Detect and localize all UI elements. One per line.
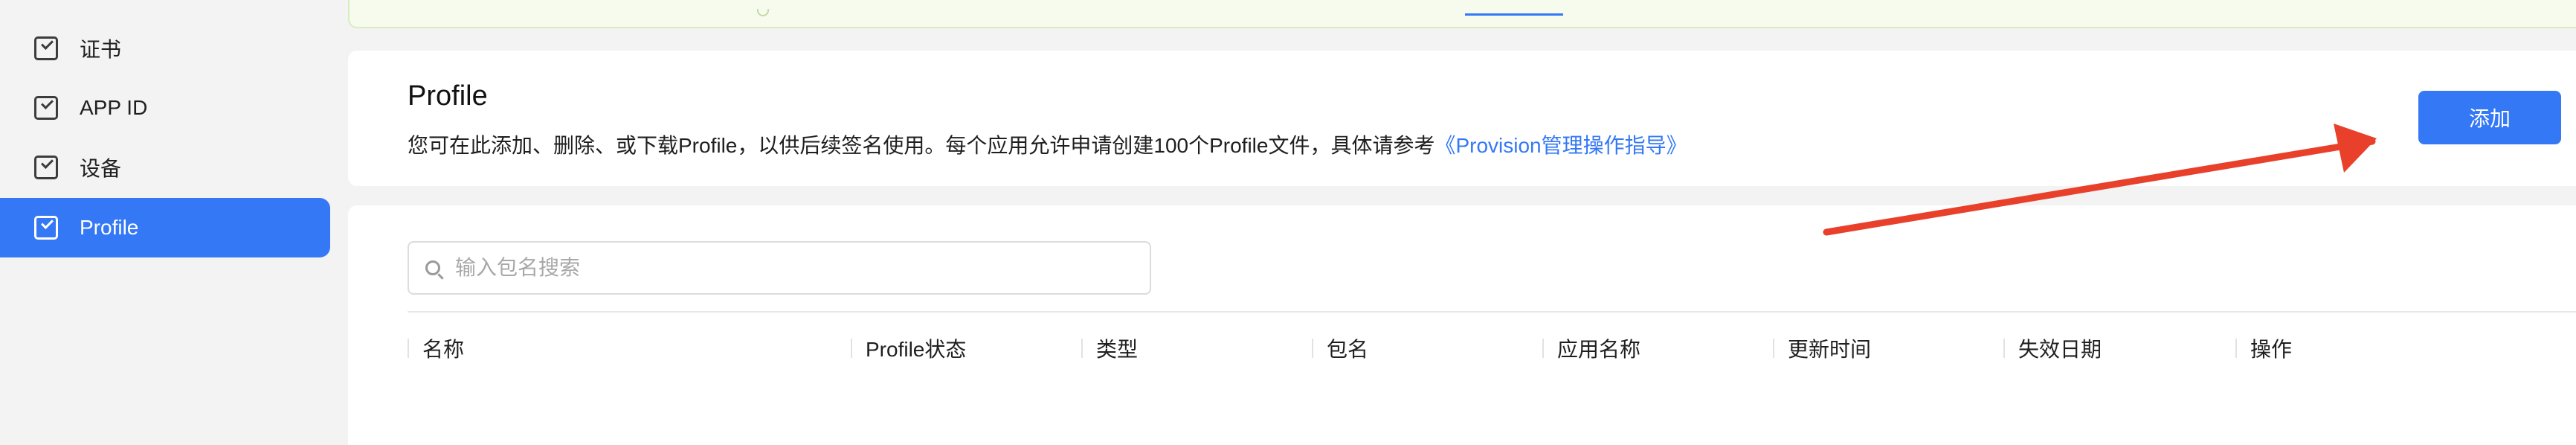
- column-label: 类型: [1096, 338, 1139, 361]
- column-separator: [1081, 339, 1083, 358]
- add-button[interactable]: 添加: [2418, 91, 2561, 144]
- header-card: Profile 您可在此添加、删除、或下载Profile，以供后续签名使用。每个…: [348, 51, 2576, 186]
- provision-guide-link[interactable]: 《Provision管理操作指导》: [1434, 134, 1687, 157]
- description-text: 您可在此添加、删除、或下载Profile，以供后续签名使用。每个应用允许申请创建…: [408, 134, 1435, 157]
- column-separator: [1542, 339, 1544, 358]
- column-label: 名称: [422, 338, 465, 361]
- column-label: 包名: [1327, 338, 1369, 361]
- column-header-name: 名称: [408, 329, 464, 368]
- page-description: 您可在此添加、删除、或下载Profile，以供后续签名使用。每个应用允许申请创建…: [408, 129, 1687, 159]
- table-header: 名称 Profile状态 类型 包名 应用名称 更新时间 失效日期 操作: [408, 329, 2576, 368]
- column-separator: [1312, 339, 1313, 358]
- notice-link[interactable]: [1465, 13, 1563, 16]
- column-separator: [2235, 339, 2237, 358]
- column-label: 更新时间: [1788, 338, 1872, 361]
- column-header-actions: 操作: [2235, 329, 2292, 368]
- column-header-profile-status: Profile状态: [851, 329, 966, 368]
- search-box[interactable]: [408, 241, 1151, 295]
- column-separator: [1773, 339, 1774, 358]
- sidebar-item-label: Profile: [80, 216, 139, 239]
- notice-icon: [757, 9, 769, 16]
- search-input[interactable]: [454, 255, 1126, 281]
- column-header-app-name: 应用名称: [1542, 329, 1640, 368]
- sidebar-item-app-id[interactable]: APP ID: [0, 78, 330, 138]
- column-separator: [408, 339, 409, 358]
- search-icon: [425, 260, 440, 275]
- column-label: Profile状态: [866, 338, 967, 361]
- divider: [408, 311, 2576, 313]
- column-header-type: 类型: [1081, 329, 1138, 368]
- certificate-icon: [34, 36, 58, 60]
- sidebar-item-profile[interactable]: Profile: [0, 198, 330, 257]
- column-label: 应用名称: [1557, 338, 1641, 361]
- sidebar: 证书 APP ID 设备 Profile: [0, 0, 338, 445]
- app-id-icon: [34, 96, 58, 120]
- column-separator: [851, 339, 852, 358]
- column-label: 操作: [2250, 338, 2293, 361]
- sidebar-item-device[interactable]: 设备: [0, 138, 330, 197]
- sidebar-item-label: APP ID: [80, 96, 148, 119]
- sidebar-item-certificate[interactable]: 证书: [0, 19, 330, 78]
- column-header-update-time: 更新时间: [1773, 329, 1871, 368]
- sidebar-item-label: 设备: [80, 157, 122, 180]
- table-card: 名称 Profile状态 类型 包名 应用名称 更新时间: [348, 205, 2576, 445]
- sidebar-item-label: 证书: [80, 38, 122, 61]
- page: 证书 APP ID 设备 Profile Profile 您可在此添加、删除、或…: [0, 0, 2576, 445]
- column-header-expiry-date: 失效日期: [2003, 329, 2102, 368]
- page-title: Profile: [408, 80, 488, 112]
- device-icon: [34, 156, 58, 179]
- profile-icon: [34, 216, 58, 240]
- column-separator: [2003, 339, 2005, 358]
- notice-banner: [348, 0, 2576, 28]
- column-header-package-name: 包名: [1312, 329, 1368, 368]
- column-label: 失效日期: [2018, 338, 2102, 361]
